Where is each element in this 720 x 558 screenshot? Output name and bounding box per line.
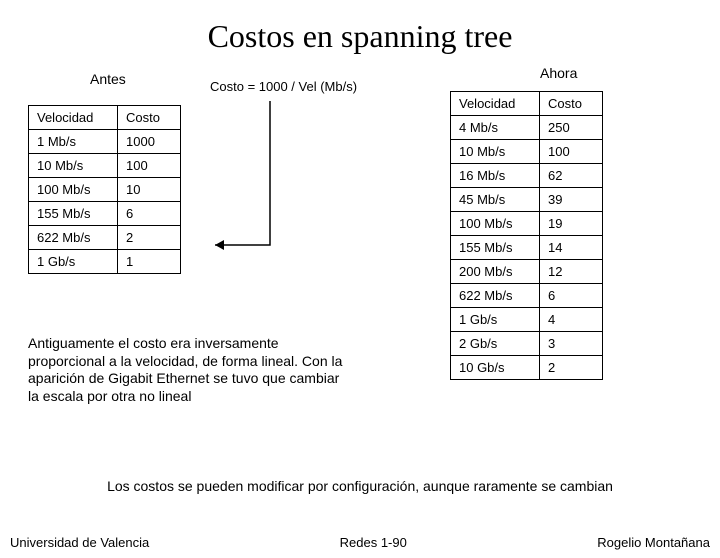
label-ahora: Ahora <box>540 65 577 81</box>
table-antes: Velocidad Costo 1 Mb/s1000 10 Mb/s100 10… <box>28 105 181 274</box>
table-row: 200 Mb/s12 <box>451 260 603 284</box>
slide-title: Costos en spanning tree <box>0 18 720 55</box>
table-header-cell: Costo <box>118 106 181 130</box>
table-row: 1 Mb/s1000 <box>29 130 181 154</box>
table-row: 100 Mb/s19 <box>451 212 603 236</box>
table-row: 1 Gb/s1 <box>29 250 181 274</box>
table-row: 155 Mb/s14 <box>451 236 603 260</box>
table-row: 16 Mb/s62 <box>451 164 603 188</box>
footer-left: Universidad de Valencia <box>10 535 149 550</box>
cost-formula: Costo = 1000 / Vel (Mb/s) <box>210 79 357 94</box>
table-header-cell: Velocidad <box>451 92 540 116</box>
table-row: 10 Mb/s100 <box>451 140 603 164</box>
table-row: 155 Mb/s6 <box>29 202 181 226</box>
table-row: 100 Mb/s10 <box>29 178 181 202</box>
table-row: Velocidad Costo <box>451 92 603 116</box>
table-row: 10 Mb/s100 <box>29 154 181 178</box>
table-row: 10 Gb/s2 <box>451 356 603 380</box>
table-header-cell: Velocidad <box>29 106 118 130</box>
table-row: 45 Mb/s39 <box>451 188 603 212</box>
table-row: 1 Gb/s4 <box>451 308 603 332</box>
table-row: 4 Mb/s250 <box>451 116 603 140</box>
formula-arrow-icon <box>210 95 300 265</box>
footer-right: Rogelio Montañana <box>597 535 710 550</box>
label-antes: Antes <box>90 71 126 87</box>
table-row: 2 Gb/s3 <box>451 332 603 356</box>
table-ahora: Velocidad Costo 4 Mb/s250 10 Mb/s100 16 … <box>450 91 603 380</box>
table-row: Velocidad Costo <box>29 106 181 130</box>
table-row: 622 Mb/s2 <box>29 226 181 250</box>
table-header-cell: Costo <box>540 92 603 116</box>
slide-footer: Universidad de Valencia Redes 1-90 Rogel… <box>10 535 710 550</box>
footnote-text: Los costos se pueden modificar por confi… <box>0 478 720 494</box>
explanation-text: Antiguamente el costo era inversamente p… <box>28 335 348 405</box>
footer-center: Redes 1-90 <box>340 535 407 550</box>
table-row: 622 Mb/s6 <box>451 284 603 308</box>
